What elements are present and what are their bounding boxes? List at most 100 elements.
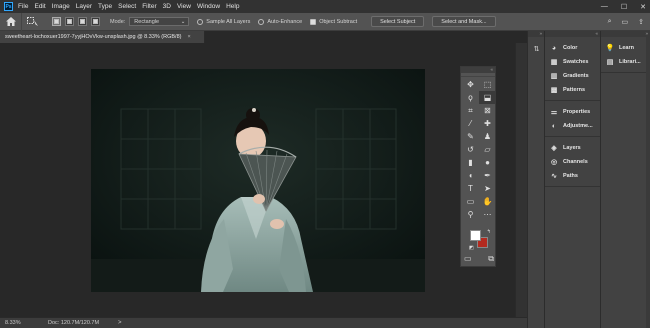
mode-select[interactable]: Rectangle ⌄ (129, 17, 190, 26)
healing-brush-tool-icon: ✚ (484, 119, 491, 128)
object-selection-preset-icon[interactable] (22, 13, 44, 31)
workspace: sweetheart-lochoxuer1997-7yyjHOvVkw-unsp… (0, 31, 527, 317)
select-subject-button[interactable]: Select Subject (371, 16, 425, 27)
expand-icon[interactable]: » (539, 31, 542, 36)
path-selection-tool-icon: ➤ (484, 184, 491, 193)
panel-tab-learn[interactable]: 💡 Learn (601, 41, 650, 55)
rectangle-tool-button[interactable]: ▭ (462, 195, 479, 208)
object-subtract-checkbox[interactable]: Object Subtract (310, 18, 357, 25)
document-tab[interactable]: sweetheart-lochoxuer1997-7yyjHOvVkw-unsp… (0, 31, 205, 43)
vertical-scrollbar[interactable] (515, 43, 527, 317)
move-tool-button[interactable]: ✥ (462, 78, 479, 91)
menu-image[interactable]: Image (52, 3, 70, 10)
quick-mask-icon[interactable]: ▭ (464, 254, 472, 264)
panel-tab-channels[interactable]: ◎ Channels (545, 155, 600, 169)
share-icon[interactable]: ⇪ (638, 18, 644, 26)
frame-tool-button[interactable]: ⊠ (479, 104, 496, 117)
menu-help[interactable]: Help (226, 3, 239, 10)
gradient-tool-button[interactable]: ▮ (462, 156, 479, 169)
photoshop-logo[interactable]: Ps (4, 2, 13, 11)
frame-tool-icon: ⊠ (484, 106, 491, 115)
hand-tool-button[interactable]: ✋ (479, 195, 496, 208)
menu-3d[interactable]: 3D (163, 3, 171, 10)
zoom-level[interactable]: 8.33% (0, 320, 44, 326)
history-panel-icon[interactable]: ⇅ (528, 41, 545, 56)
collapse-panels-icon[interactable]: « (595, 31, 598, 36)
move-tool-icon: ✥ (467, 80, 474, 89)
dodge-tool-icon: ◖ (468, 171, 473, 180)
new-selection-button[interactable] (52, 17, 61, 26)
menu-type[interactable]: Type (98, 3, 112, 10)
expand-panels-icon[interactable]: » (645, 31, 648, 36)
collapse-icon[interactable]: « (490, 67, 493, 72)
color-swatches: ↰ ◩ (469, 229, 491, 251)
foreground-color-swatch[interactable] (470, 230, 481, 241)
menu-layer[interactable]: Layer (76, 3, 92, 10)
clone-stamp-tool-button[interactable]: ♟ (479, 130, 496, 143)
minimize-icon[interactable]: — (601, 3, 608, 10)
eyedropper-tool-button[interactable]: ⁄ (462, 117, 479, 130)
options-bar: Mode: Rectangle ⌄ Sample All Layers Auto… (0, 12, 650, 31)
object-selection-tool-button[interactable]: ⬓ (479, 91, 496, 104)
close-tab-icon[interactable]: × (187, 34, 190, 40)
document-size: Doc: 120.7M/120.7M (48, 320, 100, 326)
search-icon[interactable]: ⌕ (608, 18, 612, 26)
chevron-down-icon: ⌄ (180, 18, 186, 25)
panel-column-learn-header[interactable]: » (601, 31, 650, 37)
home-button[interactable] (0, 12, 22, 31)
marquee-tool-button[interactable]: ⬚ (479, 78, 496, 91)
panel-tab-adjustments[interactable]: ◐ Adjustme... (545, 119, 600, 133)
zoom-tool-button[interactable]: ⚲ (462, 208, 479, 221)
panel-tab-libraries[interactable]: ▤ Librari... (601, 55, 650, 69)
more-tools-button[interactable]: ⋯ (479, 208, 496, 221)
type-tool-button[interactable]: T (462, 182, 479, 195)
history-brush-tool-icon: ↺ (467, 145, 474, 154)
panel-scrollbar[interactable] (646, 37, 650, 328)
workspace-icon[interactable]: ▭ (622, 18, 629, 26)
panel-strip-header[interactable]: » (528, 31, 544, 37)
add-selection-button[interactable] (65, 17, 74, 26)
panel-tab-learn-label: Learn (619, 45, 634, 51)
menu-window[interactable]: Window (197, 3, 220, 10)
panel-tab-swatches[interactable]: ▦ Swatches (545, 55, 600, 69)
menu-filter[interactable]: Filter (142, 3, 156, 10)
healing-brush-tool-button[interactable]: ✚ (479, 117, 496, 130)
select-and-mask-button[interactable]: Select and Mask... (432, 16, 496, 27)
history-brush-tool-button[interactable]: ↺ (462, 143, 479, 156)
document-image[interactable] (91, 69, 425, 292)
eraser-tool-button[interactable]: ▱ (479, 143, 496, 156)
pen-tool-button[interactable]: ✒ (479, 169, 496, 182)
auto-enhance-checkbox[interactable]: Auto-Enhance (258, 18, 302, 25)
panel-column-header[interactable]: « (545, 31, 600, 37)
screen-mode-icon[interactable]: ⧉ (488, 254, 494, 264)
intersect-selection-button[interactable] (91, 17, 100, 26)
panel-tab-swatches-label: Swatches (563, 59, 589, 65)
path-selection-tool-button[interactable]: ➤ (479, 182, 496, 195)
status-menu-arrow[interactable]: > (118, 320, 122, 326)
default-colors-icon[interactable]: ◩ (469, 245, 474, 251)
maximize-icon[interactable]: ☐ (621, 3, 627, 11)
crop-tool-button[interactable]: ⌗ (462, 104, 479, 117)
menu-edit[interactable]: Edit (34, 3, 45, 10)
sample-all-layers-checkbox[interactable]: Sample All Layers (197, 18, 250, 25)
panel-tab-gradients[interactable]: ▥ Gradients (545, 69, 600, 83)
swap-colors-icon[interactable]: ↰ (487, 229, 491, 235)
panel-tab-properties[interactable]: ⚌ Properties (545, 105, 600, 119)
lasso-tool-button[interactable]: ϙ (462, 91, 479, 104)
dodge-tool-button[interactable]: ◖ (462, 169, 479, 182)
brush-tool-button[interactable]: ✎ (462, 130, 479, 143)
menu-select[interactable]: Select (118, 3, 136, 10)
close-icon[interactable]: ✕ (640, 3, 646, 11)
panel-tab-layers[interactable]: ◈ Layers (545, 141, 600, 155)
menu-bar: Ps File Edit Image Layer Type Select Fil… (0, 0, 650, 13)
menu-file[interactable]: File (18, 3, 28, 10)
blur-tool-icon: ● (485, 158, 490, 167)
gradient-tool-icon: ▮ (468, 158, 473, 167)
panel-tab-patterns[interactable]: ▩ Patterns (545, 83, 600, 97)
menu-view[interactable]: View (177, 3, 191, 10)
panel-tab-paths[interactable]: ∿ Paths (545, 169, 600, 183)
canvas-area[interactable] (0, 43, 515, 317)
panel-tab-color[interactable]: ◕ Color (545, 41, 600, 55)
blur-tool-button[interactable]: ● (479, 156, 496, 169)
subtract-selection-button[interactable] (78, 17, 87, 26)
